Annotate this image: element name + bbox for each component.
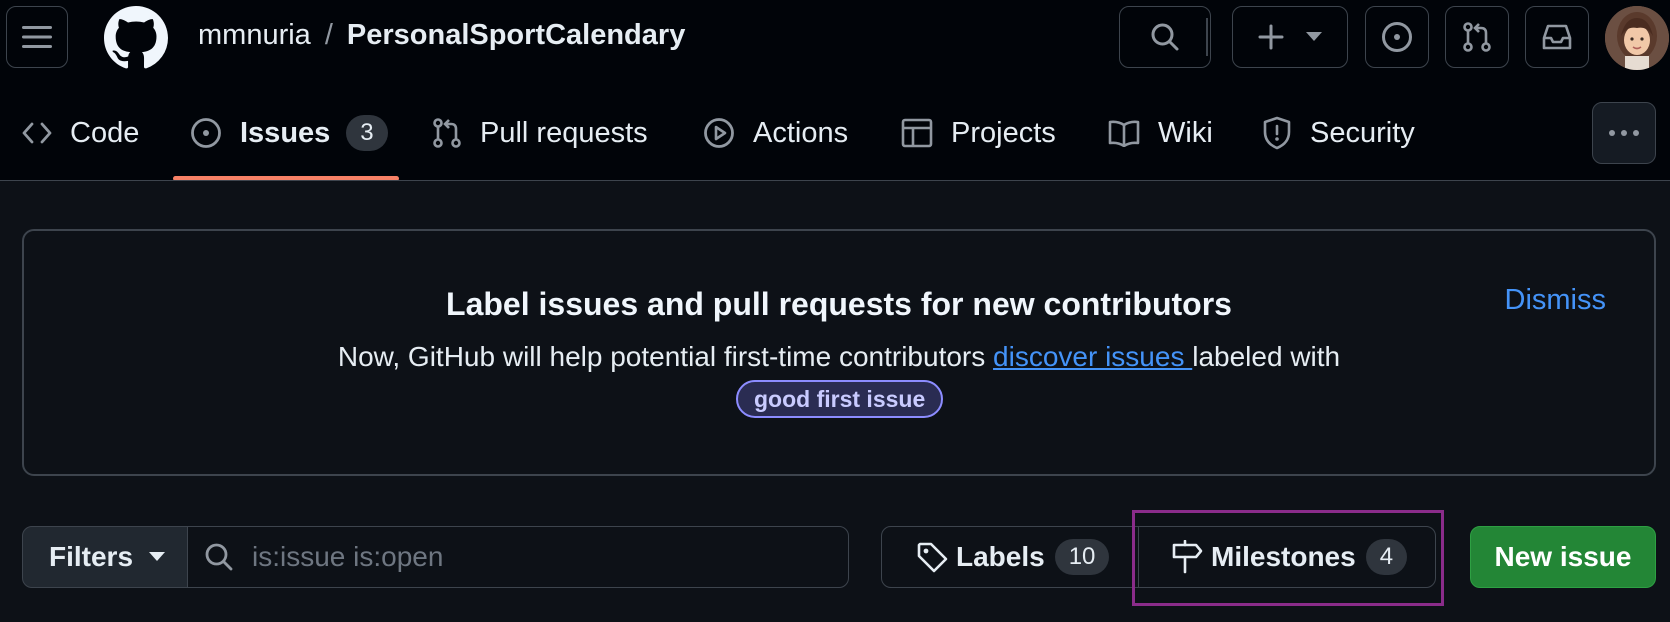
issues-search-field — [187, 526, 849, 588]
search-icon — [204, 542, 234, 572]
tag-icon — [916, 541, 948, 573]
shield-icon — [1262, 116, 1292, 150]
labels-count-badge: 10 — [1054, 539, 1110, 575]
tab-code[interactable]: Code — [22, 100, 139, 166]
plus-icon — [1258, 24, 1284, 50]
discover-issues-link[interactable]: discover issues — [993, 341, 1192, 372]
breadcrumb-separator: / — [324, 19, 333, 51]
tab-projects-label: Projects — [951, 116, 1056, 149]
create-new-button[interactable] — [1232, 6, 1348, 68]
hamburger-menu-button[interactable] — [6, 6, 68, 68]
book-icon — [1108, 119, 1140, 147]
tab-security-label: Security — [1310, 116, 1415, 149]
github-logo-icon[interactable] — [104, 6, 168, 70]
triangle-down-icon — [149, 552, 166, 562]
global-search-button[interactable] — [1119, 6, 1211, 68]
search-icon — [1150, 22, 1180, 52]
tab-code-label: Code — [70, 116, 140, 149]
issues-count-badge: 3 — [346, 115, 388, 151]
global-header: mmnuria / PersonalSportCalendary — [0, 0, 1670, 76]
filters-label: Filters — [49, 541, 134, 572]
dismiss-button[interactable]: Dismiss — [1505, 284, 1607, 317]
your-pull-requests-button[interactable] — [1445, 6, 1509, 68]
filters-dropdown-button[interactable]: Filters — [22, 526, 188, 588]
new-contributors-banner: Label issues and pull requests for new c… — [22, 229, 1656, 476]
issue-opened-icon — [190, 117, 222, 149]
issues-search-input[interactable] — [250, 540, 814, 574]
tab-issues-label: Issues — [240, 116, 331, 149]
labels-button[interactable]: Labels 10 — [881, 526, 1139, 588]
banner-text-after: labeled with — [1192, 341, 1341, 372]
user-avatar[interactable] — [1605, 6, 1669, 70]
git-pull-request-icon — [432, 117, 462, 149]
banner-text-before: Now, GitHub will help potential first-ti… — [337, 341, 994, 372]
inbox-icon — [1541, 23, 1573, 51]
milestone-icon — [1171, 540, 1203, 574]
repo-breadcrumb: mmnuria / PersonalSportCalendary — [198, 19, 685, 52]
play-icon — [703, 117, 735, 149]
tab-actions-label: Actions — [753, 116, 849, 149]
git-pull-request-icon — [1462, 21, 1492, 53]
milestones-button[interactable]: Milestones 4 — [1138, 526, 1436, 588]
repo-owner-link[interactable]: mmnuria — [198, 19, 311, 52]
triangle-down-icon — [1306, 32, 1322, 42]
new-issue-button[interactable]: New issue — [1470, 526, 1656, 588]
tab-wiki-label: Wiki — [1158, 116, 1213, 149]
milestones-label: Milestones — [1211, 541, 1356, 572]
three-bars-icon — [22, 25, 52, 49]
labels-label: Labels — [956, 541, 1045, 572]
tab-pull-requests[interactable]: Pull requests — [432, 100, 648, 166]
your-issues-button[interactable] — [1365, 6, 1429, 68]
repo-name-link[interactable]: PersonalSportCalendary — [347, 19, 685, 52]
banner-title: Label issues and pull requests for new c… — [446, 286, 1232, 322]
tab-projects[interactable]: Projects — [901, 100, 1056, 166]
tab-wiki[interactable]: Wiki — [1108, 100, 1213, 166]
header-divider — [1206, 18, 1208, 56]
repo-nav-tabs: Code Issues 3 Pull requests Actions Proj… — [0, 100, 1670, 182]
tab-pull-requests-label: Pull requests — [480, 116, 648, 149]
inbox-button[interactable] — [1525, 6, 1589, 68]
table-icon — [901, 117, 933, 149]
issue-opened-icon — [1381, 21, 1413, 53]
good-first-issue-label: good first issue — [736, 380, 944, 418]
kebab-horizontal-icon — [1608, 129, 1640, 137]
milestones-count-badge: 4 — [1365, 539, 1408, 575]
tab-issues[interactable]: Issues 3 — [190, 100, 388, 166]
banner-description: Now, GitHub will help potential first-ti… — [24, 341, 1654, 373]
tab-security[interactable]: Security — [1262, 100, 1415, 166]
tab-actions[interactable]: Actions — [703, 100, 848, 166]
more-tabs-button[interactable] — [1592, 102, 1656, 164]
code-icon — [22, 121, 52, 145]
